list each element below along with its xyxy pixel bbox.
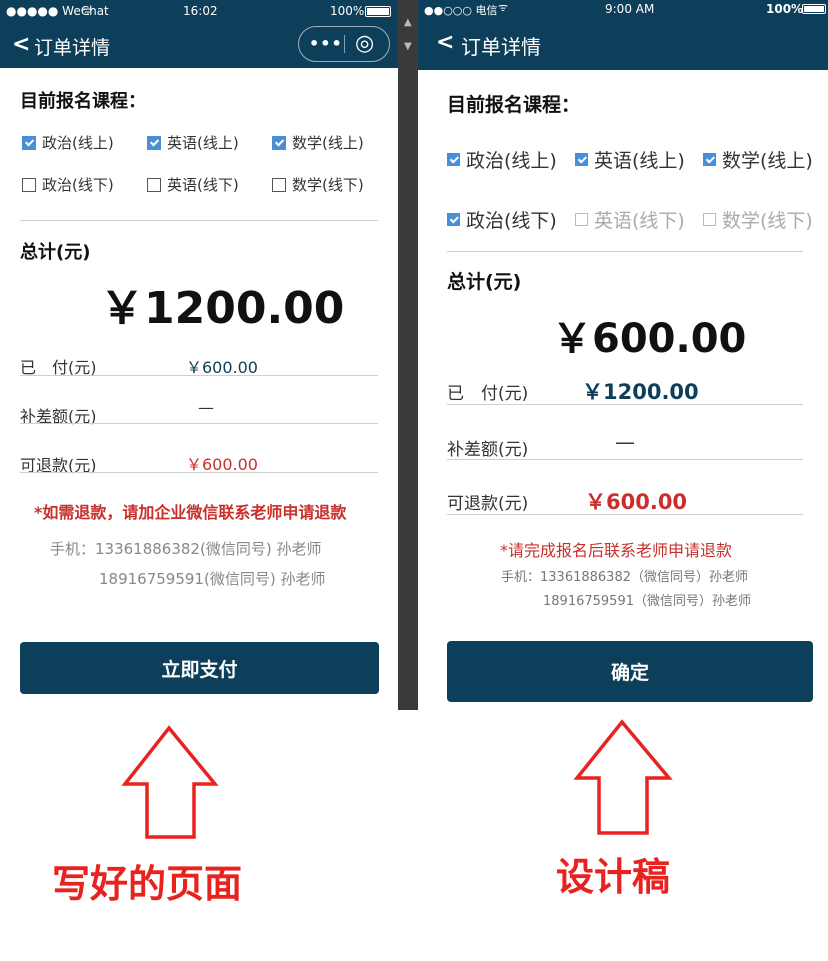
checkbox-checked-icon[interactable]: [703, 153, 716, 166]
checkbox-checked-icon[interactable]: [147, 135, 161, 150]
wifi-icon: ᯤ: [498, 1, 509, 14]
course-checkbox-2[interactable]: 英语(线上): [575, 146, 685, 173]
implemented-page-screenshot: ●●●●● WeChat ᯤ 16:02 100% < 订单详情 ••• ◎ 目…: [0, 0, 398, 710]
nav-bar: < 订单详情: [418, 18, 828, 70]
contact-line-2: 18916759591(微信同号) 孙老师: [99, 570, 326, 588]
row-divider: [20, 423, 378, 424]
diff-label: 补差额(元): [447, 440, 529, 460]
course-label: 英语(线上): [167, 134, 239, 152]
course-checkbox-4[interactable]: 政治(线下): [22, 174, 114, 195]
refund-notice: *请完成报名后联系老师申请退款: [500, 541, 733, 560]
back-icon[interactable]: <: [12, 34, 30, 56]
diff-amount: —: [198, 398, 214, 417]
page-title: 订单详情: [34, 37, 111, 59]
scroll-down-icon: ▼: [404, 41, 412, 52]
checkbox-checked-icon[interactable]: [575, 153, 588, 166]
course-checkbox-4[interactable]: 政治(线下): [447, 206, 557, 233]
status-bar: ●●●●● WeChat ᯤ 16:02 100%: [0, 0, 398, 22]
implemented-page-caption: 写好的页面: [52, 862, 243, 906]
contact-line-1: 手机：13361886382(微信同号) 孙老师: [50, 540, 322, 558]
carrier: ●●●●● WeChat: [6, 4, 109, 18]
course-label: 数学(线下): [292, 176, 364, 194]
capsule-divider: [344, 35, 345, 53]
checkbox-unchecked-icon[interactable]: [22, 177, 36, 192]
course-checkbox-1[interactable]: 政治(线上): [447, 146, 557, 173]
confirm-button[interactable]: 确定: [447, 641, 813, 702]
course-label: 数学(线下): [722, 210, 813, 232]
refund-label: 可退款(元): [447, 494, 529, 514]
course-heading: 目前报名课程：: [20, 91, 146, 112]
course-label: 政治(线上): [42, 134, 114, 152]
left-arrow-up-icon: [121, 725, 219, 839]
wifi-icon: ᯤ: [82, 4, 93, 18]
design-mockup-screenshot: ●●○○○ 电信 ᯤ 9:00 AM 100% < 订单详情 目前报名课程： 政…: [418, 0, 828, 710]
pay-now-button[interactable]: 立即支付: [20, 642, 379, 694]
clock: 16:02: [183, 4, 218, 18]
checkbox-unchecked-icon[interactable]: [703, 213, 716, 226]
course-label: 数学(线上): [292, 134, 364, 152]
course-label: 政治(线下): [466, 210, 557, 232]
clock: 9:00 AM: [605, 2, 655, 16]
screenshot-divider: ▲ ▼: [398, 0, 418, 710]
checkbox-checked-icon[interactable]: [447, 153, 460, 166]
checkbox-unchecked-icon[interactable]: [272, 177, 286, 192]
course-label: 英语(线下): [594, 210, 685, 232]
row-divider: [20, 472, 378, 473]
course-label: 数学(线上): [722, 150, 813, 172]
scroll-up-icon: ▲: [404, 17, 412, 28]
paid-label: 已 付(元): [447, 384, 529, 404]
row-divider: [447, 404, 803, 405]
diff-amount: —: [615, 430, 635, 454]
checkbox-unchecked-icon[interactable]: [147, 177, 161, 192]
contact-line-2: 18916759591（微信同号）孙老师: [543, 594, 751, 609]
battery-icon: [802, 4, 826, 14]
course-checkbox-3[interactable]: 数学(线上): [703, 146, 813, 173]
more-icon[interactable]: •••: [309, 34, 343, 53]
checkbox-unchecked-icon[interactable]: [575, 213, 588, 226]
divider: [20, 220, 378, 221]
course-label: 政治(线下): [42, 176, 114, 194]
course-checkbox-1[interactable]: 政治(线上): [22, 132, 114, 153]
carrier: ●●○○○ 电信: [424, 4, 498, 17]
row-divider: [447, 514, 803, 515]
row-divider: [20, 375, 378, 376]
course-checkbox-6[interactable]: 数学(线下): [272, 174, 364, 195]
course-label: 英语(线下): [167, 176, 239, 194]
nav-bar: < 订单详情 ••• ◎: [0, 22, 398, 68]
course-checkbox-5[interactable]: 英语(线下): [147, 174, 239, 195]
right-arrow-up-icon: [573, 719, 673, 835]
battery-percent: 100%: [766, 2, 804, 16]
divider: [447, 251, 803, 252]
course-heading: 目前报名课程：: [447, 94, 581, 116]
course-checkbox-3[interactable]: 数学(线上): [272, 132, 364, 153]
refund-amount: ￥600.00: [585, 490, 688, 514]
paid-amount: ￥1200.00: [582, 380, 699, 404]
back-icon[interactable]: <: [436, 32, 454, 54]
design-mockup-caption: 设计稿: [556, 855, 671, 899]
refund-notice: *如需退款，请加企业微信联系老师申请退款: [34, 503, 347, 522]
course-checkbox-6[interactable]: 数学(线下): [703, 206, 813, 233]
checkbox-checked-icon[interactable]: [272, 135, 286, 150]
contact-line-1: 手机：13361886382（微信同号）孙老师: [501, 570, 748, 585]
total-label: 总计(元): [20, 242, 91, 263]
course-label: 英语(线上): [594, 150, 685, 172]
close-target-icon[interactable]: ◎: [355, 32, 374, 56]
course-checkbox-2[interactable]: 英语(线上): [147, 132, 239, 153]
page-title: 订单详情: [461, 35, 541, 59]
status-bar: ●●○○○ 电信 ᯤ 9:00 AM 100%: [418, 0, 828, 18]
annotation-layer: [121, 719, 673, 839]
total-amount: ￥600.00: [552, 316, 747, 362]
course-label: 政治(线上): [466, 150, 557, 172]
checkbox-checked-icon[interactable]: [22, 135, 36, 150]
battery-percent: 100%: [330, 4, 365, 18]
checkbox-checked-icon[interactable]: [447, 213, 460, 226]
total-amount: ￥1200.00: [100, 283, 345, 334]
course-checkbox-5[interactable]: 英语(线下): [575, 206, 685, 233]
row-divider: [447, 459, 803, 460]
miniprogram-capsule: ••• ◎: [298, 26, 390, 62]
total-label: 总计(元): [447, 271, 522, 293]
battery-icon: [365, 6, 391, 17]
